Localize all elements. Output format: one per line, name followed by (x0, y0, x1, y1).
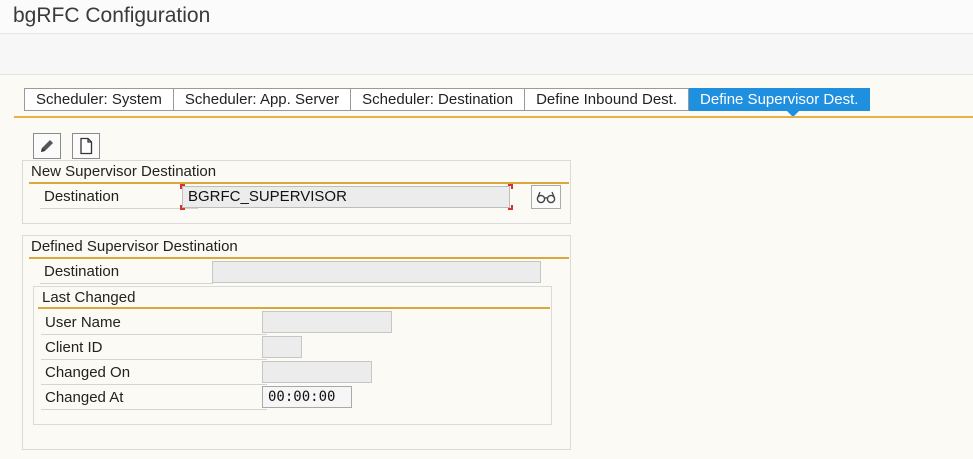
defined-supervisor-destination-group: Defined Supervisor Destination Destinati… (22, 235, 571, 450)
user-name-field (262, 311, 392, 333)
toolbar-strip (0, 34, 973, 75)
group-underline (38, 307, 550, 309)
defined-destination-field (212, 261, 541, 283)
group-title: New Supervisor Destination (31, 163, 217, 180)
tab-underline (14, 116, 973, 118)
destination-label: Destination (40, 262, 213, 284)
required-marker (180, 184, 185, 189)
destination-label: Destination (40, 187, 198, 209)
tab-define-supervisor-dest[interactable]: Define Supervisor Dest. (689, 88, 871, 117)
group-underline (29, 182, 569, 184)
tab-scheduler-destination[interactable]: Scheduler: Destination (351, 88, 526, 111)
new-supervisor-destination-group: New Supervisor Destination Destination B… (22, 160, 571, 224)
group-title: Defined Supervisor Destination (31, 238, 238, 255)
last-changed-group: Last Changed User Name Client ID Changed… (33, 286, 552, 425)
display-button[interactable] (531, 185, 561, 209)
client-id-field (262, 336, 302, 358)
destination-input[interactable]: BGRFC_SUPERVISOR (182, 186, 510, 208)
changed-at-label: Changed At (41, 388, 267, 410)
changed-on-field (262, 361, 372, 383)
new-document-button[interactable] (72, 133, 100, 159)
changed-at-field: 00:00:00 (262, 386, 352, 408)
required-marker (180, 205, 185, 210)
group-underline (29, 257, 569, 259)
tab-define-inbound-dest[interactable]: Define Inbound Dest. (525, 88, 690, 111)
title-bar: bgRFC Configuration (0, 0, 973, 34)
edit-button[interactable] (33, 133, 61, 159)
pencil-icon (41, 140, 53, 152)
tab-scheduler-app-server[interactable]: Scheduler: App. Server (173, 88, 352, 111)
changed-on-label: Changed On (41, 363, 267, 385)
group-title: Last Changed (42, 289, 136, 306)
page-title: bgRFC Configuration (13, 4, 211, 27)
user-name-label: User Name (41, 313, 267, 335)
glasses-icon (536, 191, 556, 204)
tab-scheduler-system[interactable]: Scheduler: System (24, 88, 174, 111)
tab-strip: Scheduler: System Scheduler: App. Server… (24, 88, 871, 117)
client-id-label: Client ID (41, 338, 267, 360)
document-icon (80, 137, 93, 155)
required-marker (508, 205, 513, 210)
required-marker (508, 184, 513, 189)
